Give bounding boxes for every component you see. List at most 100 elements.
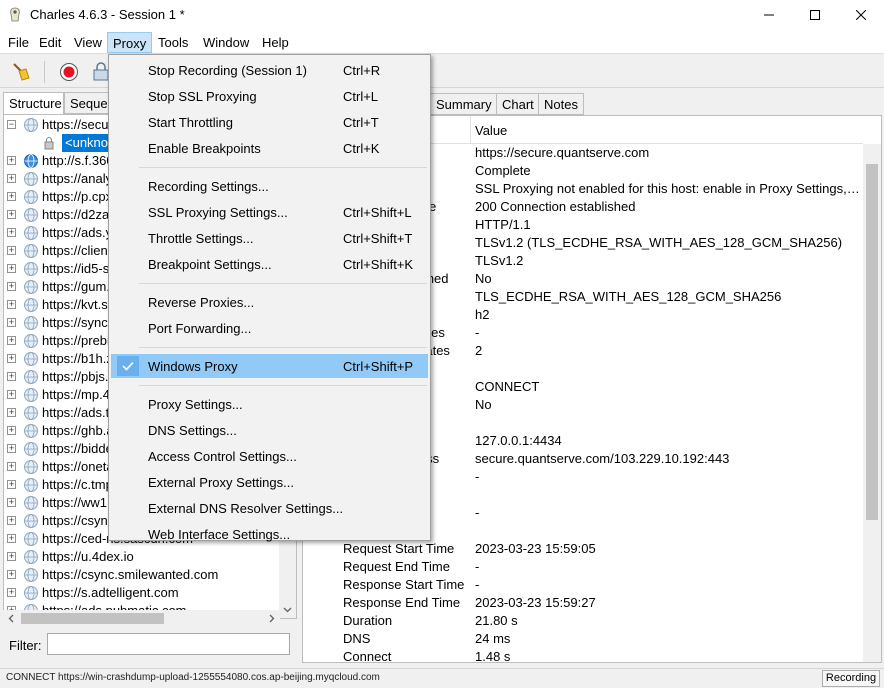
expand-icon[interactable]: + xyxy=(7,354,16,363)
close-button[interactable] xyxy=(838,0,884,30)
expand-icon[interactable]: + xyxy=(7,192,16,201)
menu-item-web-interface-settings[interactable]: Web Interface Settings... xyxy=(111,522,428,546)
expand-icon[interactable]: + xyxy=(7,480,16,489)
menu-item-external-dns-resolver-settings[interactable]: External DNS Resolver Settings... xyxy=(111,496,428,520)
expand-icon[interactable]: + xyxy=(7,534,16,543)
summary-row-value: - xyxy=(475,559,480,574)
expand-icon[interactable]: + xyxy=(7,426,16,435)
expand-icon[interactable]: + xyxy=(7,282,16,291)
menu-help[interactable]: Help xyxy=(257,32,294,53)
locked-host-icon xyxy=(24,442,38,456)
locked-host-icon xyxy=(24,226,38,240)
scroll-left-arrow-icon xyxy=(8,614,14,623)
menu-item-port-forwarding[interactable]: Port Forwarding... xyxy=(111,316,428,340)
expand-icon[interactable]: + xyxy=(7,498,16,507)
locked-host-icon xyxy=(24,172,38,186)
menu-item-dns-settings[interactable]: DNS Settings... xyxy=(111,418,428,442)
menu-window[interactable]: Window xyxy=(198,32,254,53)
expand-icon[interactable]: + xyxy=(7,228,16,237)
menu-item-enable-breakpoints[interactable]: Enable Breakpoints Ctrl+K xyxy=(111,136,428,160)
menu-item-stop-recording-session-1[interactable]: Stop Recording (Session 1) Ctrl+R xyxy=(111,58,428,82)
locked-host-icon xyxy=(24,568,38,582)
locked-host-icon xyxy=(24,460,38,474)
expand-icon[interactable]: + xyxy=(7,210,16,219)
tab-chart[interactable]: Chart xyxy=(496,93,540,115)
scroll-right-arrow-icon xyxy=(269,614,275,623)
summary-vertical-scrollbar[interactable] xyxy=(863,144,881,662)
recording-status-button[interactable]: Recording xyxy=(822,670,880,687)
expand-icon[interactable]: + xyxy=(7,300,16,309)
collapse-icon[interactable]: − xyxy=(7,120,16,129)
summary-row-value: https://secure.quantserve.com xyxy=(475,145,650,160)
menu-edit[interactable]: Edit xyxy=(34,32,66,53)
expand-icon[interactable]: + xyxy=(7,264,16,273)
summary-row-value: 1.48 s xyxy=(475,649,511,663)
menu-file[interactable]: File xyxy=(3,32,34,53)
broom-icon xyxy=(13,63,30,81)
expand-icon[interactable]: + xyxy=(7,390,16,399)
expand-icon[interactable]: + xyxy=(7,552,16,561)
summary-row-value: secure.quantserve.com/103.229.10.192:443 xyxy=(475,451,730,466)
menu-item-windows-proxy[interactable]: Windows Proxy Ctrl+Shift+P xyxy=(111,354,428,378)
menu-item-label: External DNS Resolver Settings... xyxy=(148,501,344,516)
menu-item-recording-settings[interactable]: Recording Settings... xyxy=(111,174,428,198)
expand-icon[interactable]: + xyxy=(7,462,16,471)
column-value-header[interactable]: Value xyxy=(475,123,507,138)
menu-item-label: Reverse Proxies... xyxy=(148,295,255,310)
expand-icon[interactable]: + xyxy=(7,588,16,597)
menu-item-stop-ssl-proxying[interactable]: Stop SSL Proxying Ctrl+L xyxy=(111,84,428,108)
summary-row-value: No xyxy=(475,271,492,286)
menu-item-external-proxy-settings[interactable]: External Proxy Settings... xyxy=(111,470,428,494)
menu-item-reverse-proxies[interactable]: Reverse Proxies... xyxy=(111,290,428,314)
expand-icon[interactable]: + xyxy=(7,318,16,327)
record-button[interactable] xyxy=(56,59,82,85)
summary-row-name: Request End Time xyxy=(343,559,450,574)
expand-icon[interactable]: + xyxy=(7,156,16,165)
menu-item-throttle-settings[interactable]: Throttle Settings... Ctrl+Shift+T xyxy=(111,226,428,250)
summary-row-value: 200 Connection established xyxy=(475,199,636,214)
maximize-icon xyxy=(810,10,820,20)
menu-item-ssl-proxying-settings[interactable]: SSL Proxying Settings... Ctrl+Shift+L xyxy=(111,200,428,224)
expand-icon[interactable]: + xyxy=(7,174,16,183)
tree-host-row[interactable]: + https://csync.smilewanted.com xyxy=(4,566,296,584)
menu-item-label: Recording Settings... xyxy=(148,179,269,194)
tab-summary[interactable]: Summary xyxy=(430,93,498,115)
clear-session-button[interactable] xyxy=(8,59,34,85)
expand-icon[interactable]: + xyxy=(7,570,16,579)
maximize-button[interactable] xyxy=(792,0,838,30)
globe-icon xyxy=(24,154,38,168)
tree-host-row[interactable]: + https://s.adtelligent.com xyxy=(4,584,296,602)
menu-item-shortcut: Ctrl+K xyxy=(343,141,380,156)
menu-proxy[interactable]: Proxy xyxy=(107,32,153,53)
expand-icon[interactable]: + xyxy=(7,444,16,453)
horizontal-scroll-thumb[interactable] xyxy=(21,613,164,624)
expand-icon[interactable]: + xyxy=(7,408,16,417)
menu-item-shortcut: Ctrl+R xyxy=(343,63,381,78)
expand-icon[interactable]: + xyxy=(7,372,16,381)
window-title: Charles 4.6.3 - Session 1 * xyxy=(30,7,185,22)
filter-input[interactable] xyxy=(47,633,290,655)
menu-item-breakpoint-settings[interactable]: Breakpoint Settings... Ctrl+Shift+K xyxy=(111,252,428,276)
menu-item-shortcut: Ctrl+Shift+L xyxy=(343,205,412,220)
menu-item-proxy-settings[interactable]: Proxy Settings... xyxy=(111,392,428,416)
menu-item-shortcut: Ctrl+Shift+T xyxy=(343,231,413,246)
expand-icon[interactable]: + xyxy=(7,336,16,345)
tab-notes[interactable]: Notes xyxy=(538,93,584,115)
menu-tools[interactable]: Tools xyxy=(153,32,193,53)
menu-item-start-throttling[interactable]: Start Throttling Ctrl+T xyxy=(111,110,428,134)
menu-item-label: DNS Settings... xyxy=(148,423,237,438)
menu-item-access-control-settings[interactable]: Access Control Settings... xyxy=(111,444,428,468)
tab-sequence[interactable]: Sequence xyxy=(64,92,112,114)
tab-structure[interactable]: Structure xyxy=(3,92,64,116)
menu-bar: File Edit View Proxy Tools Window Help xyxy=(0,30,884,54)
vertical-scroll-thumb[interactable] xyxy=(866,164,878,520)
locked-host-icon xyxy=(24,208,38,222)
record-icon xyxy=(60,63,78,81)
lock-icon xyxy=(44,137,54,150)
tree-horizontal-scrollbar[interactable] xyxy=(3,610,280,627)
menu-view[interactable]: View xyxy=(69,32,107,53)
expand-icon[interactable]: + xyxy=(7,246,16,255)
expand-icon[interactable]: + xyxy=(7,516,16,525)
minimize-button[interactable] xyxy=(746,0,792,30)
tree-host-row[interactable]: + https://u.4dex.io xyxy=(4,548,296,566)
